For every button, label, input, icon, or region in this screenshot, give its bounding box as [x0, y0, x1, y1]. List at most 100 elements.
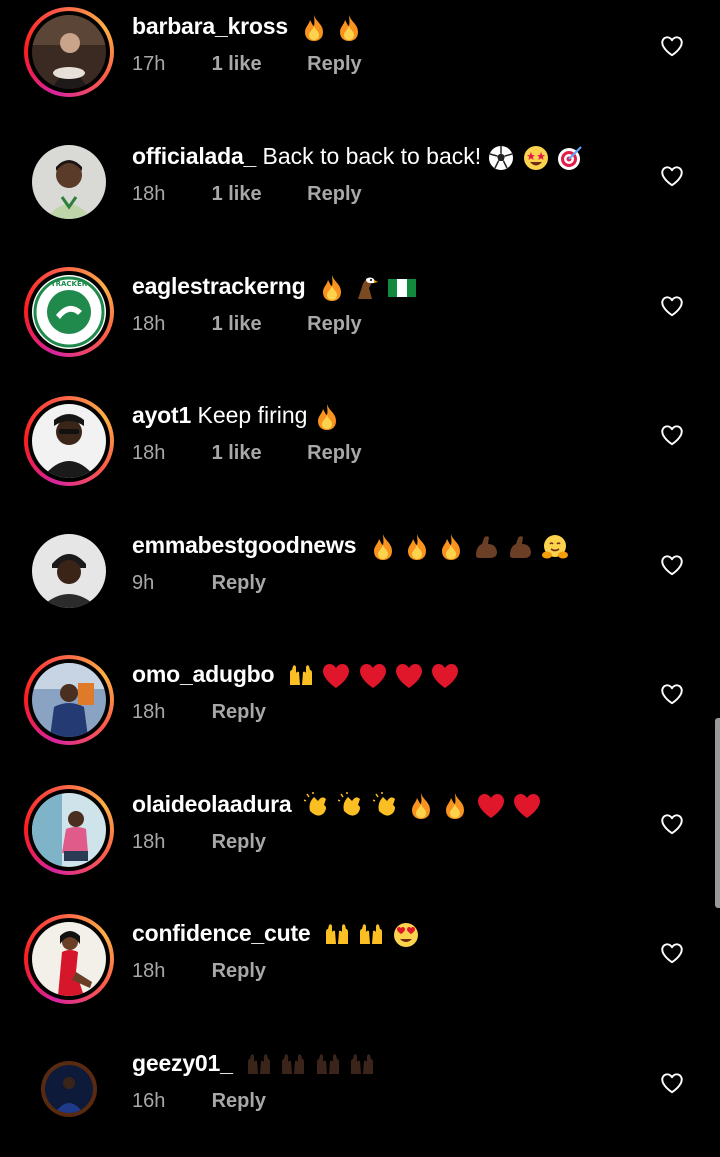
comment-row: emmabestgoodnews 9h Reply	[0, 519, 720, 639]
emoji-group	[303, 791, 542, 821]
target-icon	[557, 146, 582, 170]
reply-button[interactable]: Reply	[212, 828, 266, 856]
story-ring[interactable]: TRACKER	[24, 267, 114, 357]
eagle-icon	[358, 277, 379, 299]
reply-button[interactable]: Reply	[307, 439, 361, 467]
avatar[interactable]	[32, 663, 106, 737]
timestamp: 18h	[132, 701, 166, 723]
heart-outline-icon[interactable]	[659, 293, 685, 319]
fire-icon	[412, 792, 431, 819]
avatar[interactable]	[32, 922, 106, 996]
reply-button[interactable]: Reply	[212, 698, 266, 726]
emoji-group	[245, 1050, 376, 1080]
emoji-group	[313, 402, 341, 432]
emoji-group	[369, 532, 569, 562]
story-ring[interactable]	[24, 785, 114, 875]
avatar[interactable]	[32, 15, 106, 89]
comment-row: confidence_cute 18h Reply	[0, 907, 720, 1027]
story-ring[interactable]	[24, 7, 114, 97]
raised-hands-icon	[351, 1054, 374, 1074]
reply-button[interactable]: Reply	[212, 957, 266, 985]
comment-row: ayot1 Keep firing 18h 1 like Reply	[0, 389, 720, 509]
heart-outline-icon[interactable]	[659, 1070, 685, 1096]
comment-row: omo_adugbo 18h Reply	[0, 648, 720, 768]
heart-outline-icon[interactable]	[659, 811, 685, 837]
username[interactable]: barbara_kross	[132, 13, 288, 39]
username[interactable]: eaglestrackerng	[132, 273, 306, 299]
avatar[interactable]	[32, 404, 106, 478]
raised-hands-icon	[316, 1054, 339, 1074]
heart-outline-icon[interactable]	[659, 422, 685, 448]
fire-icon	[318, 403, 337, 430]
reply-button[interactable]: Reply	[307, 50, 361, 78]
scrollbar[interactable]	[715, 718, 720, 908]
star-struck-icon	[523, 145, 548, 170]
red-heart-icon	[477, 793, 504, 818]
clapping-hands-icon	[338, 791, 361, 816]
emoji-group	[323, 920, 420, 950]
username[interactable]: confidence_cute	[132, 920, 311, 946]
like-count[interactable]: 1 like	[212, 50, 262, 78]
heart-outline-icon[interactable]	[659, 681, 685, 707]
comment-row: olaideolaadura 18h Reply	[0, 778, 720, 898]
red-heart-icon	[359, 663, 386, 688]
heart-eyes-icon	[393, 922, 418, 947]
red-heart-icon	[395, 663, 422, 688]
comment-row: barbara_kross 17h 1 like Reply	[0, 0, 720, 120]
timestamp: 18h	[132, 960, 166, 982]
reply-button[interactable]: Reply	[307, 310, 361, 338]
comment-row: officialada_ Back to back to back! 18h 1…	[0, 130, 720, 250]
username[interactable]: olaideolaadura	[132, 791, 292, 817]
timestamp: 18h	[132, 313, 166, 335]
heart-outline-icon[interactable]	[659, 940, 685, 966]
muscle-icon	[475, 536, 497, 558]
timestamp: 17h	[132, 53, 166, 75]
avatar[interactable]	[32, 145, 106, 219]
fire-icon	[373, 533, 392, 560]
username[interactable]: geezy01_	[132, 1050, 233, 1076]
red-heart-icon	[432, 663, 459, 688]
like-count[interactable]: 1 like	[212, 439, 262, 467]
timestamp: 18h	[132, 831, 166, 853]
comment-row: geezy01_ 16h Reply	[0, 1037, 720, 1157]
fire-icon	[446, 792, 465, 819]
timestamp: 18h	[132, 442, 166, 464]
raised-hands-icon	[325, 924, 348, 944]
muscle-icon	[510, 536, 532, 558]
story-ring[interactable]	[24, 655, 114, 745]
username[interactable]: officialada_	[132, 143, 256, 169]
clapping-hands-icon	[372, 791, 395, 816]
username[interactable]: ayot1	[132, 402, 191, 428]
avatar[interactable]: TRACKER	[32, 275, 106, 349]
story-ring[interactable]	[24, 914, 114, 1004]
reply-button[interactable]: Reply	[212, 1087, 266, 1115]
story-ring[interactable]	[24, 396, 114, 486]
raised-hands-icon	[248, 1054, 271, 1074]
raised-hands-icon	[282, 1054, 305, 1074]
heart-outline-icon[interactable]	[659, 163, 685, 189]
reply-button[interactable]: Reply	[307, 180, 361, 208]
comment-text: Keep firing	[197, 402, 308, 428]
heart-outline-icon[interactable]	[659, 33, 685, 59]
avatar[interactable]	[32, 793, 106, 867]
emoji-group	[318, 273, 417, 303]
username[interactable]: omo_adugbo	[132, 661, 275, 687]
comment-text: Back to back to back!	[262, 143, 482, 169]
avatar[interactable]	[32, 534, 106, 608]
hugging-face-icon	[541, 534, 568, 559]
avatar[interactable]	[45, 1065, 93, 1113]
fire-icon	[305, 14, 324, 41]
timestamp: 9h	[132, 572, 155, 594]
username[interactable]: emmabestgoodnews	[132, 532, 356, 558]
fire-icon	[339, 14, 358, 41]
reply-button[interactable]: Reply	[212, 569, 266, 597]
heart-outline-icon[interactable]	[659, 552, 685, 578]
soccer-ball-icon	[489, 145, 514, 170]
like-count[interactable]: 1 like	[212, 180, 262, 208]
clapping-hands-icon	[303, 791, 326, 816]
raised-hands-icon	[360, 924, 383, 944]
timestamp: 16h	[132, 1090, 166, 1112]
raised-hands-icon	[289, 665, 312, 685]
emoji-group	[287, 661, 461, 691]
like-count[interactable]: 1 like	[212, 310, 262, 338]
